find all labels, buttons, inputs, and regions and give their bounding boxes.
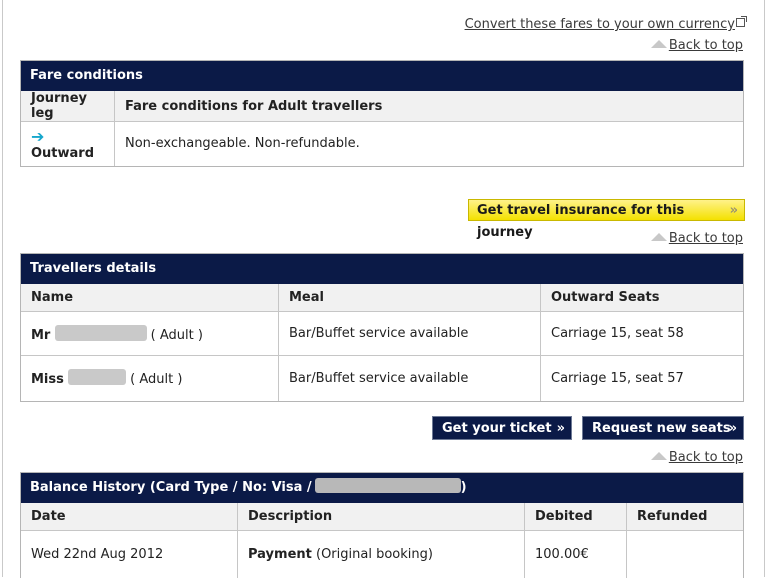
travellers-details-panel: Travellers details Name Meal Outward Sea… [20, 253, 744, 402]
col-date: Date [21, 503, 238, 531]
back-to-top-link[interactable]: Back to top [669, 450, 743, 465]
triangle-up-icon [651, 40, 667, 48]
col-meal: Meal [279, 284, 541, 312]
table-row: Miss ( Adult ) Bar/Buffet service availa… [21, 356, 743, 401]
table-row: Mr ( Adult ) Bar/Buffet service availabl… [21, 312, 743, 356]
get-ticket-button[interactable]: Get your ticket » [432, 416, 572, 440]
col-outward-seats: Outward Seats [541, 284, 744, 312]
description-rest: (Original booking) [312, 547, 433, 562]
table-row: ➔ Outward Non-exchangeable. Non-refundab… [21, 122, 743, 166]
traveller-name-cell: Miss ( Adult ) [21, 356, 279, 401]
arrow-right-icon: ➔ [31, 127, 44, 146]
balance-history-table: Date Description Debited Refunded Wed 22… [21, 503, 743, 578]
traveller-title: Miss [31, 372, 64, 387]
back-to-top-1: Back to top [651, 38, 743, 53]
triangle-up-icon [651, 452, 667, 460]
balance-title-prefix: Balance History (Card Type / No: Visa / [30, 480, 312, 495]
travellers-details-title: Travellers details [21, 254, 743, 284]
fare-conditions-cell: Non-exchangeable. Non-refundable. [115, 122, 744, 166]
date-cell: Wed 22nd Aug 2012 [21, 531, 238, 578]
get-ticket-label: Get your ticket [442, 421, 552, 436]
col-debited: Debited [525, 503, 627, 531]
convert-currency-link[interactable]: Convert these fares to your own currency [465, 17, 735, 32]
external-link-icon [736, 18, 745, 27]
back-to-top-3: Back to top [651, 450, 743, 465]
meal-cell: Bar/Buffet service available [279, 312, 541, 356]
double-chevron-right-icon: » [557, 417, 565, 441]
traveller-type: ( Adult ) [151, 328, 203, 343]
fare-conditions-title: Fare conditions [21, 61, 743, 91]
description-cell: Payment (Original booking) [238, 531, 525, 578]
seat-cell: Carriage 15, seat 58 [541, 312, 744, 356]
seat-cell: Carriage 15, seat 57 [541, 356, 744, 401]
col-journey-leg: Journey leg [21, 91, 115, 122]
debited-cell: 100.00€ [525, 531, 627, 578]
traveller-name-cell: Mr ( Adult ) [21, 312, 279, 356]
convert-currency-row: Convert these fares to your own currency [465, 17, 745, 32]
travel-insurance-button[interactable]: Get travel insurance for this journey » [468, 199, 745, 221]
description-bold: Payment [248, 547, 312, 562]
balance-history-panel: Balance History (Card Type / No: Visa /)… [20, 472, 744, 578]
traveller-title: Mr [31, 328, 50, 343]
col-refunded: Refunded [627, 503, 744, 531]
redacted-name [55, 325, 147, 341]
fare-conditions-table: Journey leg Fare conditions for Adult tr… [21, 91, 743, 166]
request-new-seats-button[interactable]: Request new seats » [582, 416, 744, 440]
double-chevron-right-icon: » [730, 200, 738, 222]
table-row: Wed 22nd Aug 2012 Payment (Original book… [21, 531, 743, 578]
redacted-name [68, 369, 126, 385]
refunded-cell [627, 531, 744, 578]
traveller-type: ( Adult ) [130, 372, 182, 387]
fare-conditions-panel: Fare conditions Journey leg Fare conditi… [20, 60, 744, 167]
triangle-up-icon [651, 233, 667, 241]
balance-history-title: Balance History (Card Type / No: Visa /) [21, 473, 743, 503]
double-chevron-right-icon: » [729, 417, 737, 441]
back-to-top-link[interactable]: Back to top [669, 231, 743, 246]
col-name: Name [21, 284, 279, 312]
journey-leg-cell: ➔ Outward [21, 122, 115, 166]
travellers-table: Name Meal Outward Seats Mr ( Adult ) Bar… [21, 284, 743, 401]
col-fare-conditions: Fare conditions for Adult travellers [115, 91, 744, 122]
request-new-seats-label: Request new seats [592, 421, 731, 436]
balance-title-suffix: ) [461, 480, 467, 495]
back-to-top-2: Back to top [651, 231, 743, 246]
redacted-card-number [315, 478, 461, 493]
col-description: Description [238, 503, 525, 531]
journey-leg-label: Outward [31, 146, 94, 161]
back-to-top-link[interactable]: Back to top [669, 38, 743, 53]
meal-cell: Bar/Buffet service available [279, 356, 541, 401]
